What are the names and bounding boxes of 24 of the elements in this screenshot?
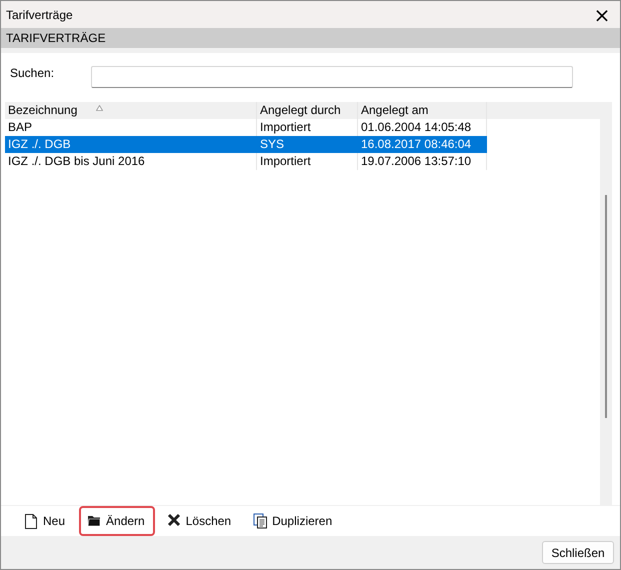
- close-dialog-button[interactable]: Schließen: [542, 541, 614, 564]
- table-cell: Importiert: [257, 153, 358, 170]
- table-cell: SYS: [257, 136, 358, 153]
- table-cell: IGZ ./. DGB bis Juni 2016: [5, 153, 257, 170]
- page-icon: [24, 512, 38, 530]
- table-cell: 16.08.2017 08:46:04: [358, 136, 487, 153]
- table-cell: IGZ ./. DGB: [5, 136, 257, 153]
- close-button[interactable]: ×: [584, 4, 620, 24]
- copy-icon: [253, 512, 268, 530]
- scrollbar-thumb[interactable]: [605, 195, 607, 418]
- section-title: TARIFVERTRÄGE: [6, 31, 106, 45]
- search-label: Suchen:: [10, 65, 56, 80]
- scrollbar[interactable]: [600, 102, 612, 505]
- column-header[interactable]: Bezeichnung: [5, 102, 95, 119]
- table-cell: 19.07.2006 13:57:10: [358, 153, 487, 170]
- toolbar-button[interactable]: Neu: [16, 506, 76, 536]
- column-header[interactable]: Angelegt durch: [257, 102, 358, 119]
- window-title: Tarifverträge: [6, 8, 73, 22]
- table-row[interactable]: IGZ ./. DGB bis Juni 2016 Importiert 19.07.2006 13:57:10: [5, 153, 487, 170]
- toolbar-button[interactable]: Löschen: [158, 506, 242, 536]
- toolbar-button[interactable]: Duplizieren: [245, 506, 342, 536]
- search-field[interactable]: [91, 66, 573, 88]
- table-row[interactable]: IGZ ./. DGB SYS 16.08.2017 08:46:04: [5, 136, 487, 153]
- column-header[interactable]: Angelegt am: [358, 102, 487, 119]
